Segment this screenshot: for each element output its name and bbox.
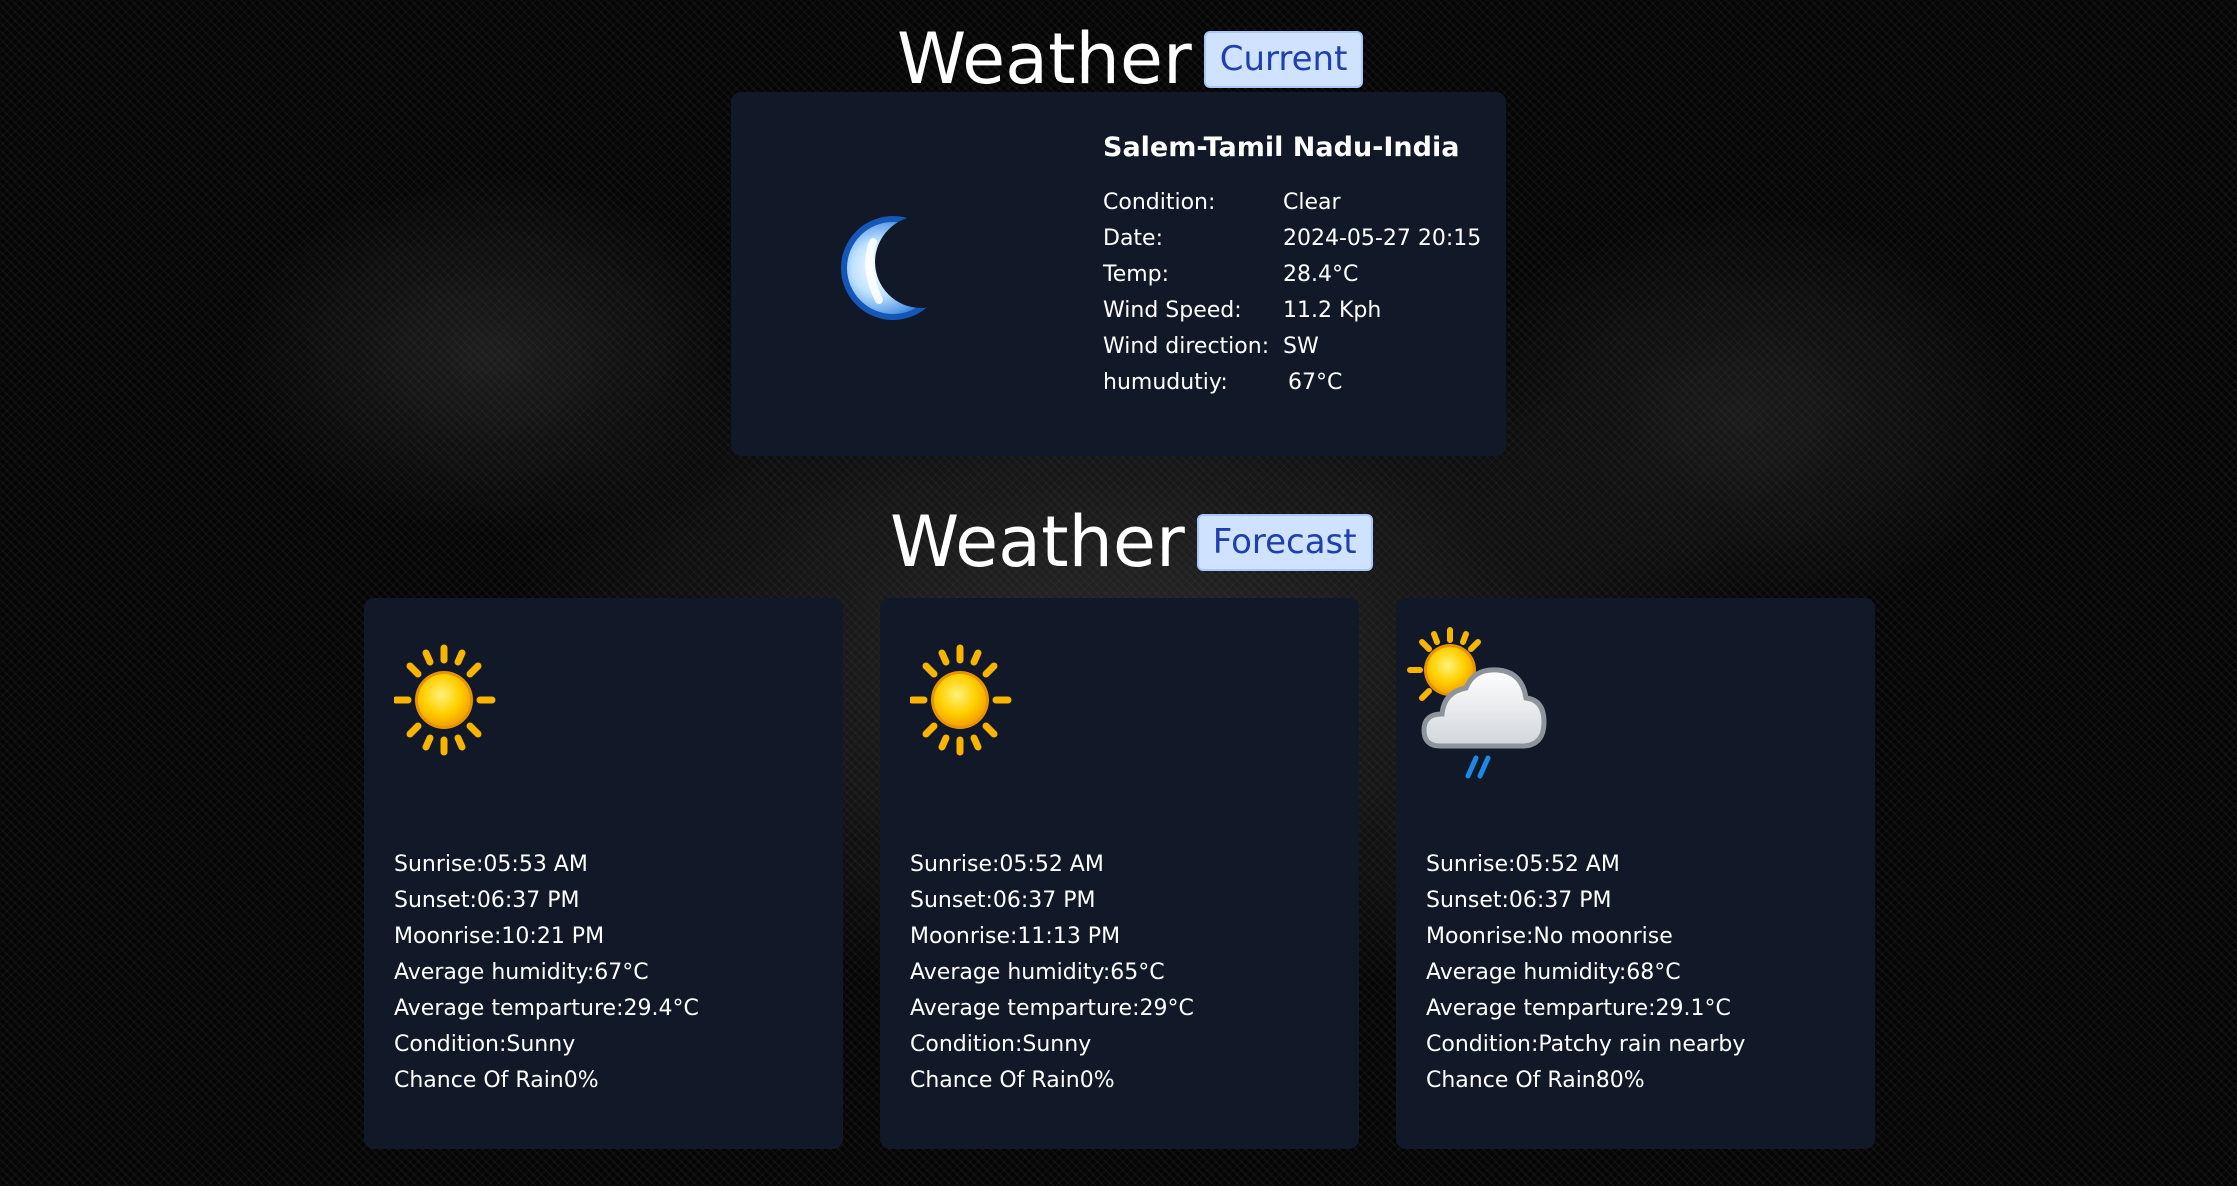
- moonrise-text: Moonrise:No moonrise: [1426, 923, 1673, 949]
- date-row: Date: 2024-05-27 20:15: [1103, 220, 1481, 256]
- current-details: Condition: Clear Date: 2024-05-27 20:15 …: [1103, 184, 1481, 400]
- avg-temperature-text: Average temparture:29°C: [910, 995, 1194, 1021]
- condition-text: Condition:Sunny: [910, 1031, 1092, 1057]
- humidity-row: humudutiy: 67°C: [1103, 364, 1481, 400]
- sunrise-text: Sunrise:05:52 AM: [1426, 851, 1620, 877]
- avg-temperature-text: Average temparture:29.1°C: [1426, 995, 1731, 1021]
- forecast-details: Sunrise:05:52 AM Sunset:06:37 PM Moonris…: [1426, 846, 1745, 1098]
- chance-of-rain-text: Chance Of Rain0%: [910, 1067, 1115, 1093]
- current-weather-heading: Weather Current: [897, 18, 1364, 100]
- forecast-card: Sunrise:05:53 AM Sunset:06:37 PM Moonris…: [364, 598, 843, 1149]
- condition-value: Clear: [1283, 189, 1341, 215]
- moonrise-text: Moonrise:10:21 PM: [394, 923, 605, 949]
- temp-row: Temp: 28.4°C: [1103, 256, 1481, 292]
- moonrise-text: Moonrise:11:13 PM: [910, 923, 1121, 949]
- current-heading-title: Weather: [897, 18, 1192, 100]
- forecast-card: Sunrise:05:52 AM Sunset:06:37 PM Moonris…: [880, 598, 1359, 1149]
- date-label: Date:: [1103, 225, 1163, 251]
- condition-text: Condition:Patchy rain nearby: [1426, 1031, 1746, 1057]
- forecast-heading-title: Weather: [890, 501, 1185, 583]
- sun-icon: [908, 640, 1070, 790]
- sunrise-text: Sunrise:05:52 AM: [910, 851, 1104, 877]
- avg-humidity-text: Average humidity:68°C: [1426, 959, 1681, 985]
- condition-label: Condition:: [1103, 189, 1216, 215]
- sun-cloud-rain-icon: [1406, 626, 1566, 779]
- humidity-label: humudutiy:: [1103, 369, 1228, 395]
- sunrise-text: Sunrise:05:53 AM: [394, 851, 588, 877]
- sunset-text: Sunset:06:37 PM: [394, 887, 580, 913]
- sunset-text: Sunset:06:37 PM: [1426, 887, 1612, 913]
- forecast-weather-heading: Weather Forecast: [890, 507, 1373, 577]
- condition-row: Condition: Clear: [1103, 184, 1481, 220]
- avg-temperature-text: Average temparture:29.4°C: [394, 995, 699, 1021]
- forecast-badge: Forecast: [1196, 513, 1373, 571]
- date-value: 2024-05-27 20:15: [1283, 225, 1482, 251]
- temp-label: Temp:: [1103, 261, 1170, 287]
- wind-speed-label: Wind Speed:: [1103, 297, 1242, 323]
- condition-text: Condition:Sunny: [394, 1031, 576, 1057]
- temp-value: 28.4°C: [1283, 261, 1359, 287]
- wind-direction-row: Wind direction: SW: [1103, 328, 1481, 364]
- avg-humidity-text: Average humidity:65°C: [910, 959, 1165, 985]
- current-badge: Current: [1203, 30, 1364, 88]
- location-title: Salem-Tamil Nadu-India: [1103, 132, 1460, 163]
- chance-of-rain-text: Chance Of Rain0%: [394, 1067, 599, 1093]
- sun-icon: [392, 640, 554, 790]
- moon-icon: [839, 208, 949, 328]
- wind-speed-value: 11.2 Kph: [1283, 297, 1382, 323]
- wind-direction-label: Wind direction:: [1103, 333, 1270, 359]
- current-weather-card: Salem-Tamil Nadu-India Condition: Clear …: [731, 92, 1506, 456]
- chance-of-rain-text: Chance Of Rain80%: [1426, 1067, 1645, 1093]
- wind-speed-row: Wind Speed: 11.2 Kph: [1103, 292, 1481, 328]
- avg-humidity-text: Average humidity:67°C: [394, 959, 649, 985]
- humidity-value: 67°C: [1288, 369, 1343, 395]
- wind-direction-value: SW: [1283, 333, 1319, 359]
- forecast-details: Sunrise:05:52 AM Sunset:06:37 PM Moonris…: [910, 846, 1194, 1098]
- sunset-text: Sunset:06:37 PM: [910, 887, 1096, 913]
- forecast-card: Sunrise:05:52 AM Sunset:06:37 PM Moonris…: [1396, 598, 1875, 1149]
- forecast-details: Sunrise:05:53 AM Sunset:06:37 PM Moonris…: [394, 846, 699, 1098]
